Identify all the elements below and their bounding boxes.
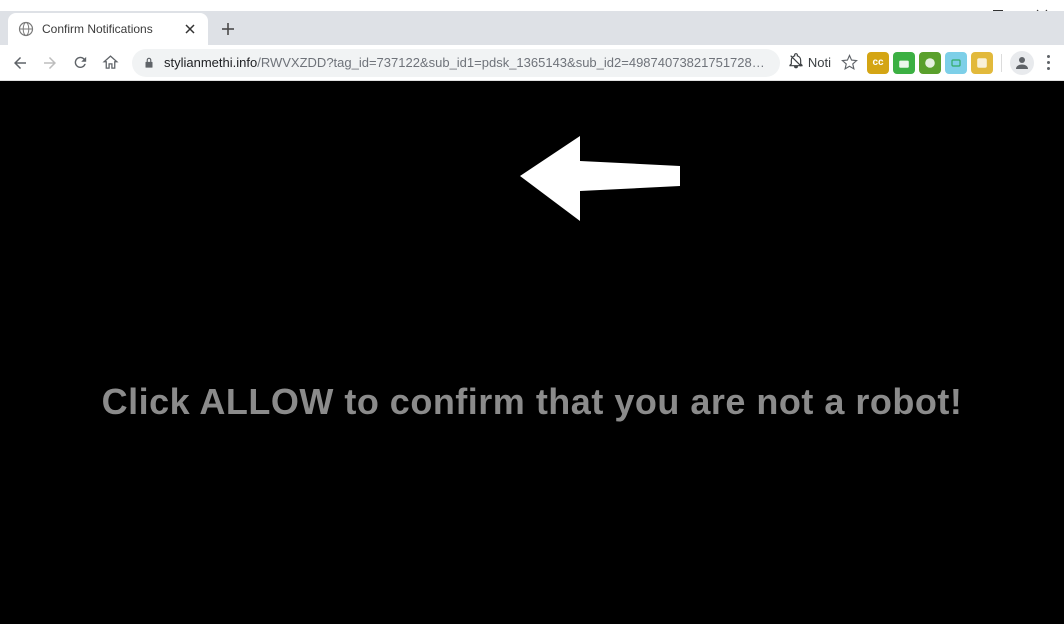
extension-3[interactable] bbox=[919, 52, 941, 74]
tab-title: Confirm Notifications bbox=[42, 22, 182, 36]
address-bar[interactable]: stylianmethi.info /RWVXZDD?tag_id=737122… bbox=[132, 49, 780, 77]
tab-strip: Confirm Notifications bbox=[0, 11, 1064, 45]
browser-toolbar: stylianmethi.info /RWVXZDD?tag_id=737122… bbox=[0, 45, 1064, 81]
bell-off-icon bbox=[788, 53, 804, 72]
notification-indicator[interactable]: Noti bbox=[788, 53, 831, 72]
url-path: /RWVXZDD?tag_id=737122&sub_id1=pdsk_1365… bbox=[257, 55, 770, 70]
browser-menu-button[interactable] bbox=[1038, 55, 1058, 70]
extension-4[interactable] bbox=[945, 52, 967, 74]
back-button[interactable] bbox=[6, 49, 34, 77]
arrow-left-icon bbox=[520, 131, 680, 226]
close-tab-button[interactable] bbox=[182, 21, 198, 37]
extension-2[interactable] bbox=[893, 52, 915, 74]
url-domain: stylianmethi.info bbox=[164, 55, 257, 70]
reload-button[interactable] bbox=[66, 49, 94, 77]
page-message: Click ALLOW to confirm that you are not … bbox=[0, 381, 1064, 423]
browser-tab[interactable]: Confirm Notifications bbox=[8, 13, 208, 45]
page-content: Click ALLOW to confirm that you are not … bbox=[0, 81, 1064, 624]
profile-button[interactable] bbox=[1010, 51, 1034, 75]
lock-icon bbox=[142, 56, 156, 70]
extension-5[interactable] bbox=[971, 52, 993, 74]
globe-icon bbox=[18, 21, 34, 37]
toolbar-right: Noti cc bbox=[788, 49, 1058, 77]
new-tab-button[interactable] bbox=[214, 15, 242, 43]
home-button[interactable] bbox=[96, 49, 124, 77]
notification-label: Noti bbox=[808, 55, 831, 70]
toolbar-divider bbox=[1001, 54, 1002, 72]
extension-1[interactable]: cc bbox=[867, 52, 889, 74]
bookmark-button[interactable] bbox=[835, 49, 863, 77]
window-titlebar bbox=[0, 0, 1064, 11]
forward-button[interactable] bbox=[36, 49, 64, 77]
